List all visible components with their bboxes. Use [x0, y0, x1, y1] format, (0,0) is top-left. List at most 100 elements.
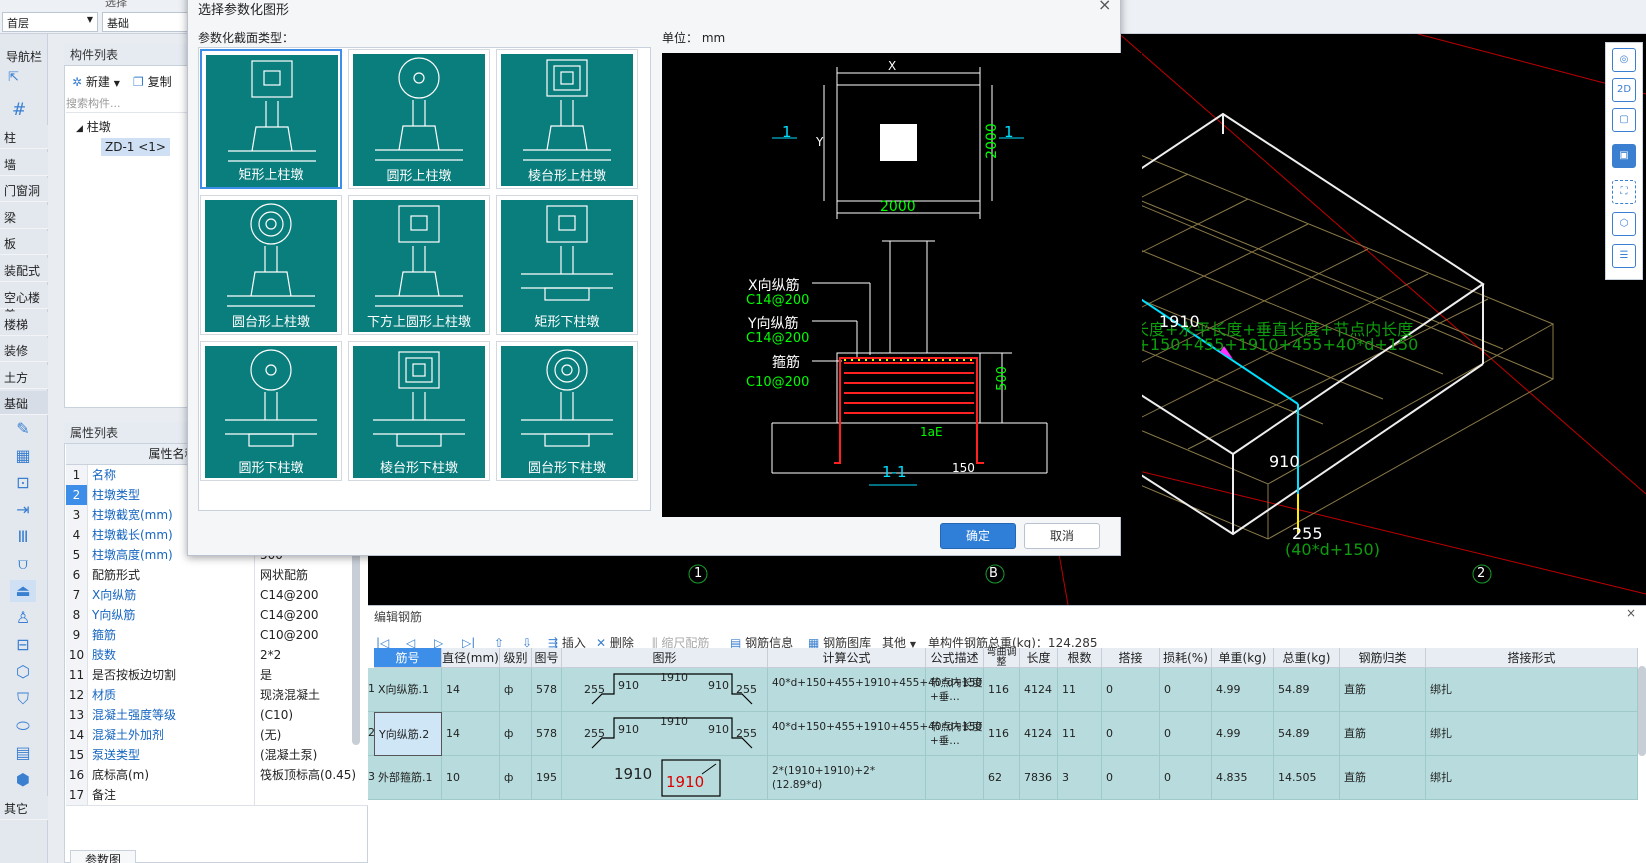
- nav-item-hollow-floor[interactable]: 空心楼盖: [0, 285, 48, 322]
- property-row[interactable]: 15 泵送类型 (混凝土泵): [66, 745, 368, 766]
- cancel-button[interactable]: 取消: [1024, 523, 1100, 549]
- cell-name[interactable]: X向纵筋.1: [374, 668, 442, 712]
- cell-bend[interactable]: 116: [984, 712, 1020, 756]
- nav-pin-icon[interactable]: ⇱: [8, 70, 19, 85]
- nav-item-column[interactable]: 柱: [0, 125, 48, 149]
- cell-loss[interactable]: 0: [1160, 756, 1212, 800]
- property-value[interactable]: C14@200: [257, 585, 319, 605]
- grid-header-cell[interactable]: 长度: [1020, 648, 1058, 668]
- grid-header-cell[interactable]: 公式描述: [926, 648, 984, 668]
- tile-rect-upper-pier[interactable]: 矩形上柱墩: [200, 49, 342, 189]
- orbit-icon[interactable]: ◎: [1612, 48, 1636, 72]
- nav-item-foundation[interactable]: 基础: [0, 391, 48, 415]
- grid-header-cell[interactable]: 搭接: [1102, 648, 1160, 668]
- tile-frustum-lower-pier[interactable]: 圆台形下柱墩: [496, 341, 638, 481]
- cell-lap[interactable]: 0: [1102, 712, 1160, 756]
- cell-unit[interactable]: 4.835: [1212, 756, 1274, 800]
- property-row[interactable]: 13 混凝土强度等级 (C10): [66, 705, 368, 726]
- cell-unit[interactable]: 4.99: [1212, 668, 1274, 712]
- cell-len[interactable]: 7836: [1020, 756, 1058, 800]
- cube-icon[interactable]: ⬢: [10, 769, 36, 791]
- cell-name[interactable]: Y向纵筋.2: [374, 712, 442, 756]
- new-component-button[interactable]: ✲ 新建 ▼: [72, 73, 120, 90]
- cell-desc[interactable]: [926, 756, 984, 800]
- cell-unit[interactable]: 4.99: [1212, 712, 1274, 756]
- grid-axis-icon[interactable]: #: [12, 100, 26, 120]
- category-select[interactable]: 基础: [102, 12, 192, 32]
- solid-view-icon[interactable]: ▣: [1612, 144, 1636, 168]
- property-row[interactable]: 7 X向纵筋 C14@200: [66, 585, 368, 606]
- nav-item-door-window[interactable]: 门窗洞: [0, 178, 48, 202]
- tree-root-pier[interactable]: ◢ 柱墩: [76, 118, 111, 135]
- cell-laptype[interactable]: 绑扎: [1426, 668, 1638, 712]
- zoom-extent-icon[interactable]: ⛶: [1612, 180, 1636, 204]
- property-row[interactable]: 12 材质 现浇混凝土: [66, 685, 368, 706]
- cell-bend[interactable]: 116: [984, 668, 1020, 712]
- view-2d-icon[interactable]: 2D: [1612, 78, 1636, 102]
- grid-header-cell[interactable]: 计算公式: [768, 648, 926, 668]
- property-value[interactable]: (C10): [257, 705, 293, 725]
- cell-cls[interactable]: 直筋: [1340, 756, 1426, 800]
- tile-prism-lower-pier[interactable]: 棱台形下柱墩: [348, 341, 490, 481]
- property-row[interactable]: 10 肢数 2*2: [66, 645, 368, 666]
- editor-close-icon[interactable]: ×: [1626, 606, 1636, 620]
- cell-dia[interactable]: 14: [442, 668, 500, 712]
- property-value[interactable]: 现浇混凝土: [257, 685, 320, 705]
- property-value[interactable]: C14@200: [257, 605, 319, 625]
- cell-len[interactable]: 4124: [1020, 712, 1058, 756]
- grid-scrollbar[interactable]: [1638, 666, 1646, 756]
- tile-square-round-upper-pier[interactable]: 下方上圆形上柱墩: [348, 195, 490, 335]
- pile-icon[interactable]: Ⅲ: [10, 526, 36, 548]
- nav-item-slab[interactable]: 板: [0, 231, 48, 255]
- grid-header-cell[interactable]: 直径(mm): [442, 648, 500, 668]
- cell-shape[interactable]: 1910 1910: [562, 756, 768, 800]
- cell-loss[interactable]: 0: [1160, 668, 1212, 712]
- param-figure-tab[interactable]: 参数图: [70, 850, 137, 863]
- grid-header-cell[interactable]: 弯曲调整: [984, 648, 1020, 668]
- nav-item-prefab[interactable]: 装配式: [0, 258, 48, 282]
- arrow-box-icon[interactable]: ⇥: [10, 499, 36, 521]
- nav-item-wall[interactable]: 墙: [0, 152, 48, 176]
- column-pier-icon[interactable]: ⏏: [10, 580, 36, 602]
- property-value[interactable]: 是: [257, 665, 272, 685]
- cell-dia[interactable]: 10: [442, 756, 500, 800]
- cell-count[interactable]: 11: [1058, 712, 1102, 756]
- nav-item-decoration[interactable]: 装修: [0, 338, 48, 362]
- grid-header-cell[interactable]: 图号: [532, 648, 562, 668]
- cell-fig[interactable]: 578: [532, 712, 562, 756]
- cell-grade[interactable]: ф: [500, 668, 532, 712]
- property-row[interactable]: 6 配筋形式 网状配筋: [66, 565, 368, 586]
- grid-header-cell[interactable]: 筋号: [374, 648, 442, 668]
- pen-icon[interactable]: ✎: [10, 418, 36, 440]
- umbrella-icon[interactable]: ⛉: [10, 688, 36, 710]
- cell-loss[interactable]: 0: [1160, 712, 1212, 756]
- property-value[interactable]: (混凝土泵): [257, 745, 317, 765]
- cell-total[interactable]: 54.89: [1274, 712, 1340, 756]
- grid-header-cell[interactable]: 总重(kg): [1274, 648, 1340, 668]
- tile-round-lower-pier[interactable]: 圆形下柱墩: [200, 341, 342, 481]
- grid-header-cell[interactable]: 损耗(%): [1160, 648, 1212, 668]
- grid-header-cell[interactable]: 级别: [500, 648, 532, 668]
- cylinder-icon[interactable]: ⬭: [10, 715, 36, 737]
- tile-prism-upper-pier[interactable]: 棱台形上柱墩: [496, 49, 638, 189]
- cell-shape[interactable]: 255 910 1910 910 255: [562, 668, 768, 712]
- grid-header-cell[interactable]: 搭接形式: [1426, 648, 1638, 668]
- cell-grade[interactable]: ф: [500, 756, 532, 800]
- grid-header-cell[interactable]: 单重(kg): [1212, 648, 1274, 668]
- property-value[interactable]: 网状配筋: [257, 565, 308, 585]
- property-value[interactable]: C10@200: [257, 625, 319, 645]
- grid-header-cell[interactable]: 钢筋归类: [1340, 648, 1426, 668]
- grid-header-cell[interactable]: 图形: [562, 648, 768, 668]
- nav-item-beam[interactable]: 梁: [0, 205, 48, 229]
- cell-formula[interactable]: 40*d+150+455+1910+455+40*d+150: [768, 712, 982, 756]
- property-row[interactable]: 17 备注: [66, 785, 368, 806]
- cell-count[interactable]: 3: [1058, 756, 1102, 800]
- footing-icon[interactable]: ⊡: [10, 472, 36, 494]
- nav-item-other[interactable]: 其它: [0, 796, 48, 820]
- close-icon[interactable]: ×: [1098, 0, 1111, 14]
- ok-button[interactable]: 确定: [940, 523, 1016, 549]
- cell-fig[interactable]: 578: [532, 668, 562, 712]
- strip-icon[interactable]: ▤: [10, 742, 36, 764]
- pile-cap-icon[interactable]: ⩌: [10, 553, 36, 575]
- cell-lap[interactable]: 0: [1102, 756, 1160, 800]
